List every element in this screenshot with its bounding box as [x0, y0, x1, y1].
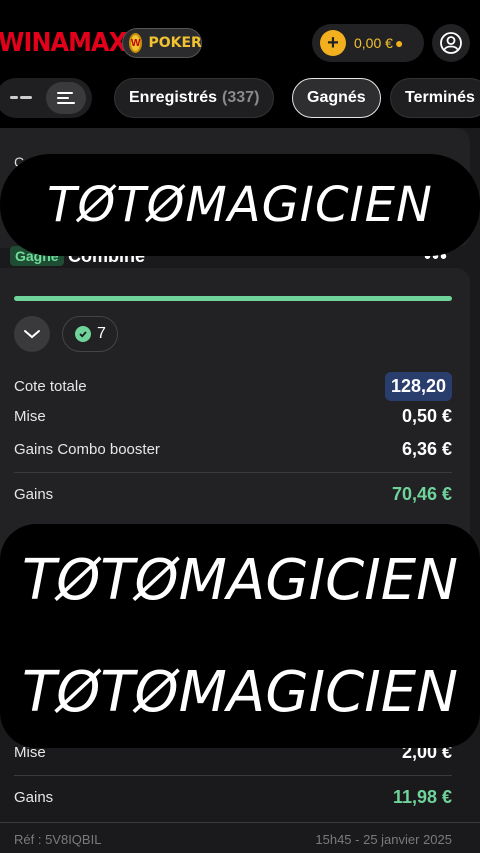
winnings-value: 70,46 €: [391, 484, 452, 504]
progress-bar: [14, 296, 452, 301]
watermark-text: TØTØMAGICIEN: [47, 177, 433, 233]
selections-won-badge: 7: [62, 316, 118, 352]
tab-enregistres[interactable]: Enregistrés (337): [114, 78, 275, 118]
chevron-down-icon: [24, 330, 40, 339]
booster-value: 6,36 €: [401, 439, 452, 459]
tab-label: Terminés: [405, 89, 475, 106]
view-toggle: [0, 78, 92, 118]
winnings-row: Gains 70,46 €: [14, 484, 452, 505]
tab-gagnes[interactable]: Gagnés: [292, 78, 381, 118]
watermark-banner: TØTØMAGICIEN: [0, 154, 480, 256]
tab-termines[interactable]: Terminés: [390, 78, 480, 118]
bet-reference: Réf : 5V8IQBIL: [14, 832, 102, 847]
winnings-value: 11,98 €: [392, 787, 452, 807]
divider: [0, 822, 480, 823]
total-odds-row: Cote totale 128,20: [14, 372, 452, 401]
row-label: Cote totale: [14, 378, 87, 395]
stake-row: Mise 0,50 €: [14, 406, 452, 427]
balance-amount: 0,00 €: [354, 35, 393, 51]
watermark-text: TØTØMAGICIEN: [22, 547, 458, 613]
winnings-row: Gains 11,98 €: [14, 787, 452, 808]
expand-button[interactable]: [14, 316, 50, 352]
tab-count: (337): [222, 89, 260, 106]
poker-chip-icon: W: [129, 33, 143, 53]
row-label: Gains: [14, 789, 54, 806]
poker-label: POKER: [148, 35, 202, 51]
stake-value: 0,50 €: [401, 406, 452, 426]
compact-view-icon[interactable]: [10, 92, 32, 104]
row-label: Gains: [14, 486, 54, 503]
list-view-icon: [57, 92, 75, 104]
watermark-banner: TØTØMAGICIEN TØTØMAGICIEN: [0, 524, 480, 748]
app-header: WINAMAX W POKER + 0,00 € ●: [0, 0, 480, 72]
filter-tabs-bar: Enregistrés (337) Gagnés Terminés: [0, 72, 480, 128]
coins-icon: ●: [394, 35, 404, 51]
plus-icon: +: [320, 30, 346, 56]
tab-label: Enregistrés: [129, 89, 218, 106]
user-icon: [440, 32, 462, 54]
booster-row: Gains Combo booster 6,36 €: [14, 439, 452, 460]
total-odds-value: 128,20: [384, 372, 452, 401]
divider: [14, 472, 452, 473]
list-view-button[interactable]: [46, 82, 86, 114]
tab-label: Gagnés: [307, 89, 366, 106]
balance-button[interactable]: + 0,00 € ●: [312, 24, 424, 62]
profile-button[interactable]: [432, 24, 470, 62]
winamax-logo[interactable]: WINAMAX: [0, 28, 127, 58]
poker-button[interactable]: W POKER: [122, 28, 202, 58]
check-icon: [75, 326, 91, 342]
divider: [14, 775, 452, 776]
row-label: Mise: [14, 408, 46, 425]
selections-won-count: 7: [97, 325, 106, 342]
watermark-text: TØTØMAGICIEN: [22, 659, 458, 725]
row-label: Gains Combo booster: [14, 441, 160, 458]
bet-datetime: 15h45 - 25 janvier 2025: [315, 832, 452, 847]
